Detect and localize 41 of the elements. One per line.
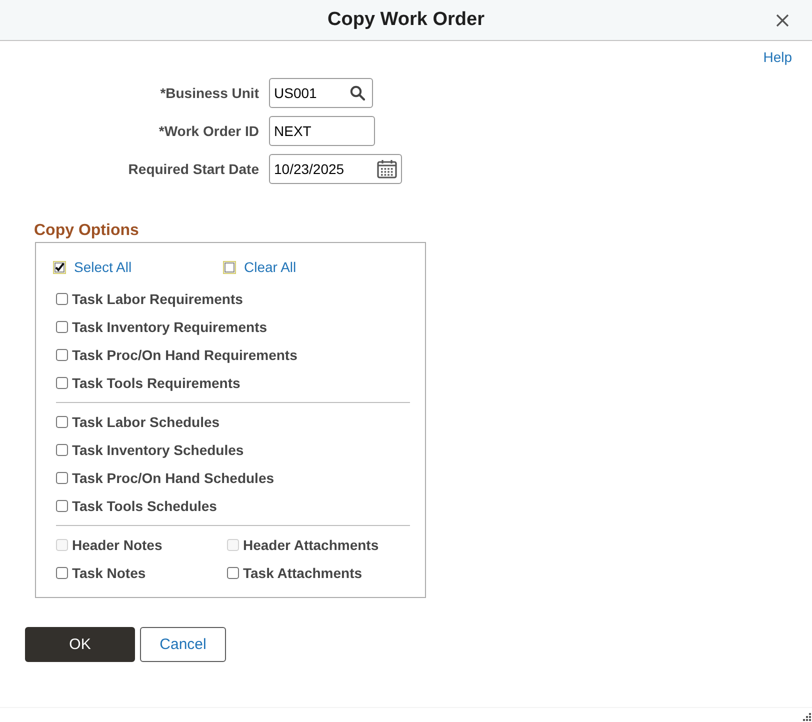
cancel-button[interactable]: Cancel [140, 627, 226, 662]
checkbox[interactable] [56, 444, 68, 456]
lookup-field[interactable]: US001 [269, 78, 373, 108]
checkbox[interactable] [56, 293, 68, 305]
option-label: Task Attachments [243, 565, 362, 581]
ok-button[interactable]: OK [25, 627, 135, 662]
section-title: Copy Options [34, 222, 139, 240]
checkbox-icon[interactable] [53, 260, 66, 274]
option-label: Task Labor Requirements [72, 291, 243, 307]
option-label: Task Tools Requirements [72, 375, 240, 391]
checkbox[interactable] [227, 567, 239, 579]
text-field[interactable]: NEXT [269, 116, 375, 146]
checkbox-icon[interactable] [223, 260, 236, 274]
checkbox[interactable] [56, 567, 68, 579]
checkbox[interactable] [56, 321, 68, 333]
dialog-title: Copy Work Order [328, 9, 484, 31]
option-label: Header Attachments [243, 537, 379, 553]
option-label: Task Proc/On Hand Schedules [72, 470, 274, 486]
close-button[interactable] [776, 14, 788, 26]
calendar-icon[interactable] [377, 160, 397, 178]
select-all-link[interactable]: Select All [74, 259, 132, 275]
help-link[interactable]: Help [763, 49, 792, 65]
checkbox[interactable] [56, 416, 68, 428]
option-label: Task Inventory Requirements [72, 319, 268, 335]
option-label: Task Tools Schedules [72, 498, 217, 514]
option-label: Task Notes [72, 565, 146, 581]
clear-all-link[interactable]: Clear All [244, 259, 296, 275]
field-label: *Work Order ID [158, 123, 259, 139]
checkbox[interactable] [56, 377, 68, 389]
option-label: Task Labor Schedules [72, 414, 220, 430]
option-label: Task Inventory Schedules [72, 442, 244, 458]
search-icon[interactable] [350, 86, 365, 100]
checkbox[interactable] [56, 472, 68, 484]
field-label: *Business Unit [160, 85, 259, 101]
resize-grip-icon[interactable] [802, 712, 811, 721]
checkbox[interactable] [56, 500, 68, 512]
option-label: Header Notes [72, 537, 162, 553]
date-field[interactable]: 10/23/2025 [269, 154, 402, 184]
option-label: Task Proc/On Hand Requirements [72, 347, 298, 363]
field-label: Required Start Date [128, 161, 259, 177]
checkbox[interactable] [56, 349, 68, 361]
